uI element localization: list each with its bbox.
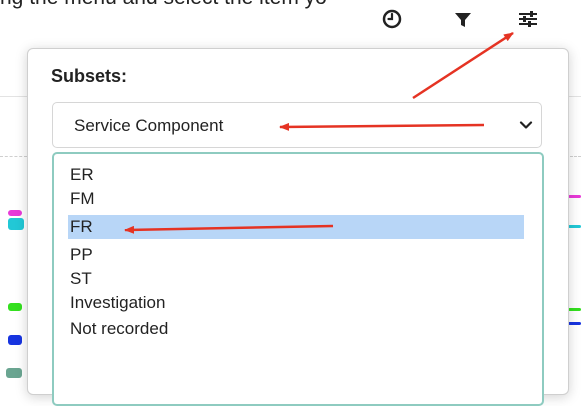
subset-listbox[interactable]: ER FM FR PP ST Investigation Not recorde… [52,152,544,406]
partial-caption: ng the menu and select the item yo [0,0,581,10]
list-item-pp[interactable]: PP [70,243,514,267]
background-gridline [0,156,27,158]
background-series-marker [8,210,22,216]
subset-type-select[interactable]: Service Component [52,102,542,148]
background-series-marker [6,368,22,378]
list-item-st[interactable]: ST [70,267,514,291]
list-item-fr-selected[interactable]: FR [68,215,524,239]
background-series-marker [8,218,24,230]
background-series-marker [8,303,22,311]
background-series-marker [568,225,581,228]
filter-icon[interactable] [450,6,476,32]
list-item-investigation[interactable]: Investigation [70,291,514,315]
subsets-title: Subsets: [51,66,128,86]
background-series-marker [568,308,581,311]
list-item-not-recorded[interactable]: Not recorded [70,317,514,341]
background-gridline [0,96,27,97]
sliders-icon[interactable] [515,6,541,32]
background-series-marker [8,335,22,345]
chevron-down-icon [519,121,533,129]
subsets-panel: Subsets: Service Component ER FM FR PP S… [27,48,569,406]
list-item-er[interactable]: ER [70,163,514,187]
subset-type-select-value: Service Component [74,116,224,135]
list-item-fm[interactable]: FM [70,187,514,211]
background-series-marker [568,195,581,198]
background-series-marker [568,322,581,325]
clock-icon[interactable] [379,6,405,32]
